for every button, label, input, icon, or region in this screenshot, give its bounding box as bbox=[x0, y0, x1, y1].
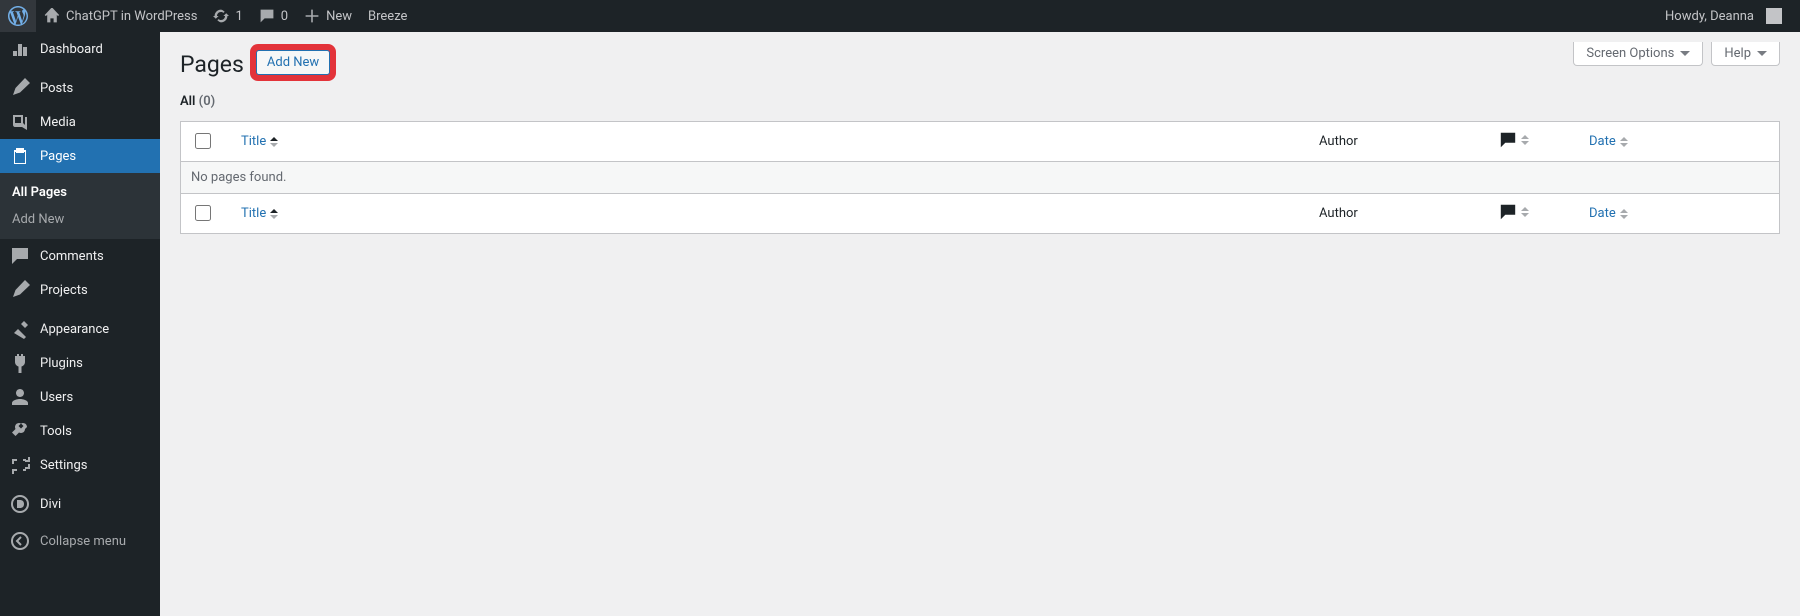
howdy-label: Howdy, Deanna bbox=[1665, 9, 1754, 24]
view-filters: All (0) bbox=[180, 94, 1780, 109]
menu-settings-label: Settings bbox=[40, 458, 87, 473]
sort-icon bbox=[1620, 209, 1628, 219]
site-title-label: ChatGPT in WordPress bbox=[66, 9, 197, 24]
sort-icon bbox=[1620, 137, 1628, 147]
column-title-footer[interactable]: Title bbox=[241, 206, 278, 221]
menu-comments[interactable]: Comments bbox=[0, 239, 160, 273]
sort-icon bbox=[270, 209, 278, 219]
comments-bubble[interactable]: 0 bbox=[251, 0, 296, 32]
submenu-all-pages[interactable]: All Pages bbox=[0, 179, 160, 206]
site-name[interactable]: ChatGPT in WordPress bbox=[36, 0, 205, 32]
menu-projects-label: Projects bbox=[40, 283, 88, 298]
updates[interactable]: 1 bbox=[205, 0, 250, 32]
comment-icon bbox=[1499, 203, 1517, 221]
menu-projects[interactable]: Projects bbox=[0, 273, 160, 307]
filter-all-label: All bbox=[180, 94, 195, 109]
submenu-add-new[interactable]: Add New bbox=[0, 206, 160, 233]
comments-count: 0 bbox=[281, 9, 288, 24]
menu-pages-submenu: All Pages Add New bbox=[0, 173, 160, 239]
select-all-bottom[interactable] bbox=[195, 205, 211, 221]
select-all-top[interactable] bbox=[195, 133, 211, 149]
page-title: Pages bbox=[180, 42, 244, 82]
column-title-label: Title bbox=[241, 134, 266, 149]
comment-icon bbox=[1499, 131, 1517, 149]
sort-icon bbox=[1521, 135, 1529, 145]
column-date-footer[interactable]: Date bbox=[1589, 206, 1628, 221]
sort-icon bbox=[1521, 207, 1529, 217]
menu-appearance[interactable]: Appearance bbox=[0, 312, 160, 346]
menu-pages-label: Pages bbox=[40, 149, 76, 164]
column-comments[interactable] bbox=[1499, 131, 1529, 149]
sort-icon bbox=[270, 137, 278, 147]
avatar bbox=[1766, 8, 1782, 24]
column-title-label: Title bbox=[241, 206, 266, 221]
screen-options-label: Screen Options bbox=[1586, 46, 1674, 61]
column-author-label: Author bbox=[1319, 134, 1358, 149]
filter-all-count: (0) bbox=[199, 94, 216, 109]
menu-users-label: Users bbox=[40, 390, 73, 405]
wp-logo[interactable] bbox=[0, 0, 36, 32]
menu-divi[interactable]: Divi bbox=[0, 487, 160, 521]
menu-dashboard-label: Dashboard bbox=[40, 42, 103, 57]
menu-appearance-label: Appearance bbox=[40, 322, 109, 337]
updates-count: 1 bbox=[235, 9, 242, 24]
menu-settings[interactable]: Settings bbox=[0, 448, 160, 482]
menu-media[interactable]: Media bbox=[0, 105, 160, 139]
menu-tools-label: Tools bbox=[40, 424, 72, 439]
screen-options-button[interactable]: Screen Options bbox=[1573, 42, 1703, 66]
collapse-menu-label: Collapse menu bbox=[40, 534, 126, 549]
filter-all[interactable]: All (0) bbox=[180, 94, 215, 109]
pages-table: Title Author Date bbox=[180, 121, 1780, 234]
no-items-message: No pages found. bbox=[181, 162, 1779, 193]
column-author-label: Author bbox=[1319, 206, 1358, 221]
column-title[interactable]: Title bbox=[241, 134, 278, 149]
column-date-label: Date bbox=[1589, 134, 1616, 149]
menu-plugins[interactable]: Plugins bbox=[0, 346, 160, 380]
menu-tools[interactable]: Tools bbox=[0, 414, 160, 448]
breeze-menu[interactable]: Breeze bbox=[360, 0, 415, 32]
menu-users[interactable]: Users bbox=[0, 380, 160, 414]
breeze-label: Breeze bbox=[368, 9, 407, 24]
menu-comments-label: Comments bbox=[40, 249, 104, 264]
help-label: Help bbox=[1724, 46, 1751, 61]
new-content[interactable]: New bbox=[296, 0, 360, 32]
chevron-down-icon bbox=[1757, 51, 1767, 56]
menu-media-label: Media bbox=[40, 115, 76, 130]
help-button[interactable]: Help bbox=[1711, 42, 1780, 66]
add-new-highlight: Add New bbox=[250, 44, 336, 81]
collapse-menu[interactable]: Collapse menu bbox=[0, 521, 160, 561]
add-new-button[interactable]: Add New bbox=[256, 50, 330, 75]
menu-plugins-label: Plugins bbox=[40, 356, 83, 371]
menu-posts[interactable]: Posts bbox=[0, 71, 160, 105]
menu-posts-label: Posts bbox=[40, 81, 73, 96]
my-account[interactable]: Howdy, Deanna bbox=[1657, 0, 1790, 32]
new-label: New bbox=[326, 9, 352, 24]
menu-pages[interactable]: Pages bbox=[0, 139, 160, 173]
column-date[interactable]: Date bbox=[1589, 134, 1628, 149]
column-date-label: Date bbox=[1589, 206, 1616, 221]
menu-dashboard[interactable]: Dashboard bbox=[0, 32, 160, 66]
chevron-down-icon bbox=[1680, 51, 1690, 56]
menu-divi-label: Divi bbox=[40, 497, 61, 512]
column-comments-footer[interactable] bbox=[1499, 203, 1529, 221]
